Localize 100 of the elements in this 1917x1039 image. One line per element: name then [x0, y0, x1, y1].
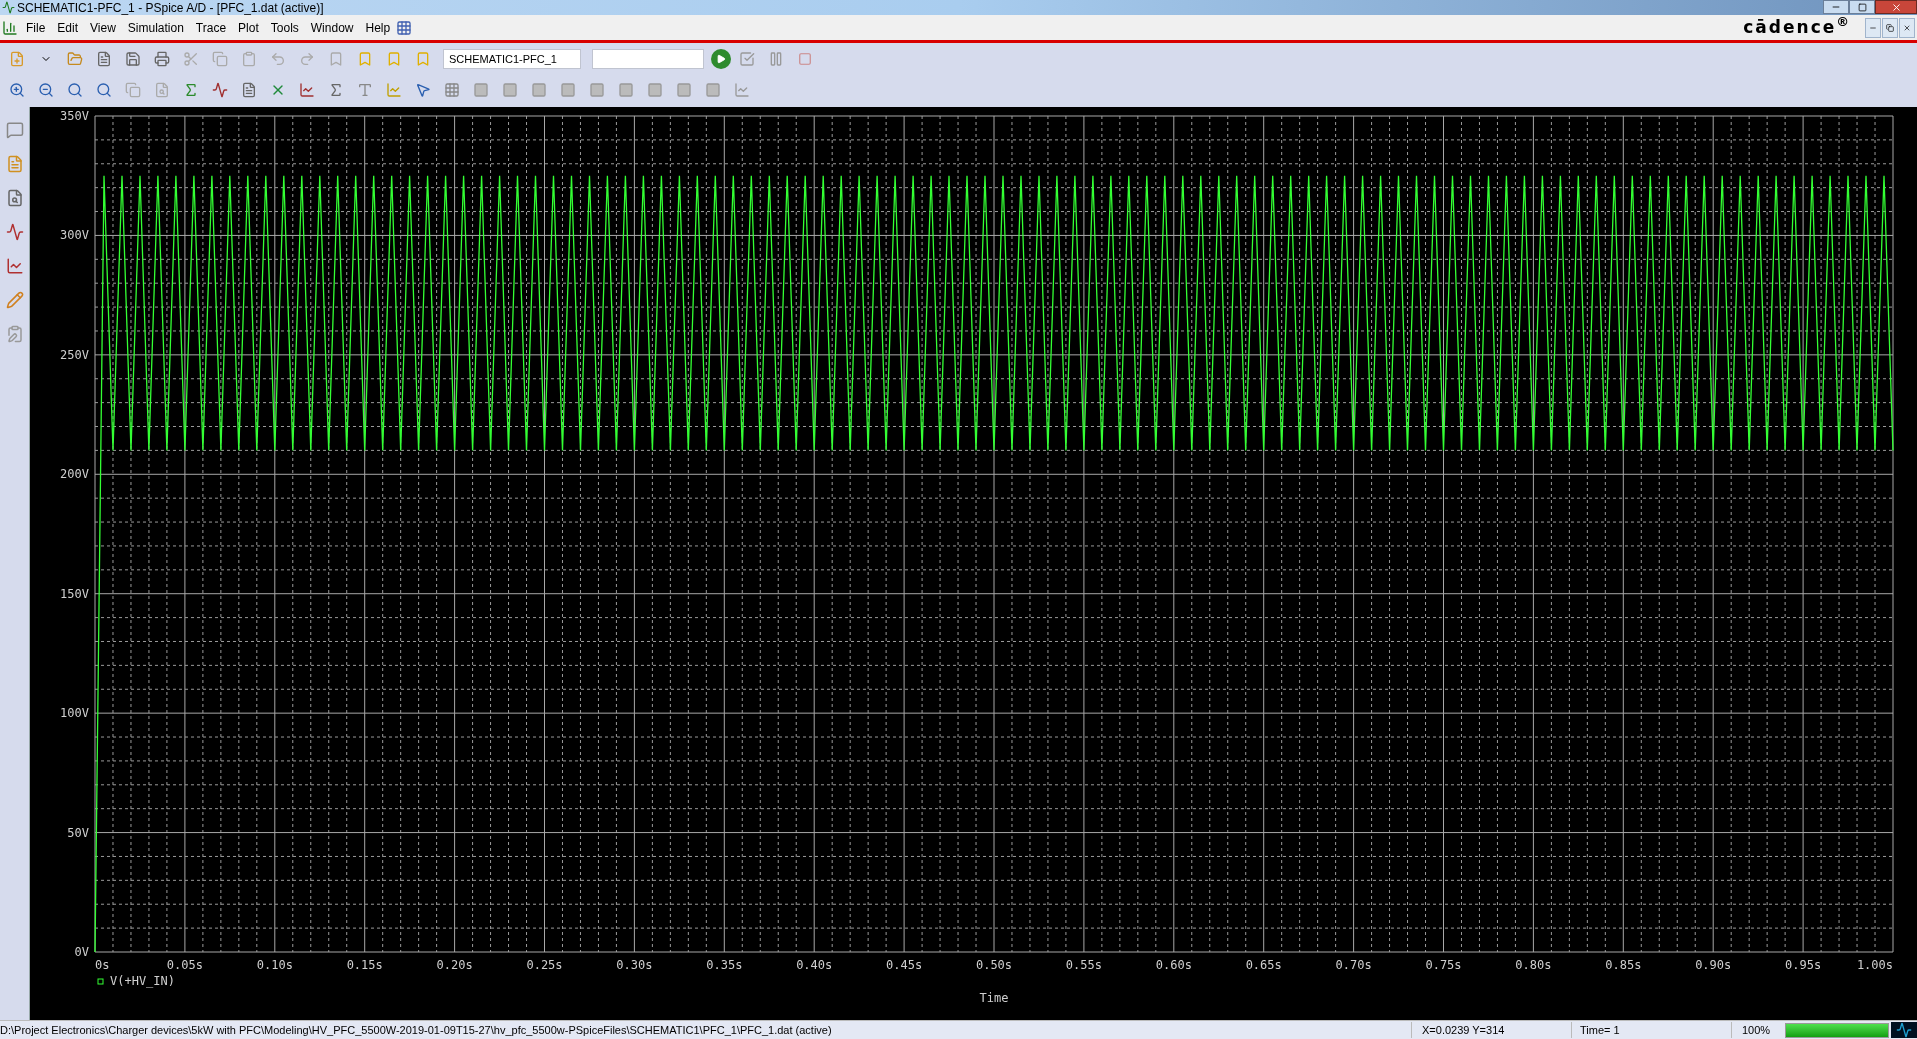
y-tick-label: 300V — [60, 228, 89, 243]
line-chart-icon[interactable] — [5, 257, 24, 275]
x-tick-label: 1.00s — [1856, 958, 1893, 972]
square-icon[interactable] — [647, 82, 663, 98]
line-chart-icon[interactable] — [299, 82, 315, 98]
square-icon[interactable] — [560, 82, 576, 98]
square-icon[interactable] — [618, 82, 634, 98]
new-file-icon[interactable] — [9, 51, 25, 67]
square-icon[interactable] — [705, 82, 721, 98]
x-tick-label: 0.30s — [616, 958, 653, 972]
x-tick-label: 0.25s — [526, 958, 563, 972]
x-tick-label: 0.85s — [1605, 958, 1642, 972]
save-icon[interactable] — [125, 51, 141, 67]
file-path: D:\Project Electronics\Charger devices\5kW with PFC\Modeling\HV_PFC_5500W-2019-01-09T15-27\hv_pfc_5500w-PSpiceFiles\SCHEMATIC1\PFC_1\PFC_1.dat (active) — [0, 1022, 832, 1038]
pointer-icon[interactable] — [415, 82, 431, 98]
bookmark-icon[interactable] — [357, 51, 373, 67]
menu-item[interactable]: Tools — [264, 18, 305, 37]
y-tick-label: 250V — [60, 347, 89, 362]
bookmark-icon[interactable] — [328, 51, 344, 67]
menu-item[interactable]: Trace — [189, 18, 233, 37]
run-button[interactable] — [711, 49, 731, 69]
sigma-icon[interactable] — [328, 82, 344, 98]
x-tick-label: 0.10s — [256, 958, 293, 972]
zoom-readout: 100% — [1731, 1021, 1783, 1039]
close-icon[interactable] — [1903, 23, 1911, 32]
menu-item[interactable]: File — [20, 18, 52, 37]
x-tick-label: 0.90s — [1695, 958, 1732, 972]
pulse-icon[interactable] — [212, 82, 228, 98]
sigma-icon[interactable] — [183, 82, 199, 98]
y-tick-label: 50V — [67, 825, 89, 840]
legend-label: V(+HV_IN) — [110, 974, 176, 988]
x-tick-label: 0.35s — [706, 958, 743, 972]
grid-icon[interactable] — [444, 82, 460, 98]
play-icon — [716, 54, 726, 64]
x-tick-label: 0.05s — [166, 958, 203, 972]
square-icon[interactable] — [502, 82, 518, 98]
y-tick-label: 150V — [60, 586, 89, 601]
clipboard-icon[interactable] — [5, 325, 24, 343]
window-cascade-icon[interactable] — [396, 19, 413, 36]
input-field[interactable] — [592, 49, 704, 69]
x-tick-label: 0.20s — [436, 958, 473, 972]
profile-field[interactable]: SCHEMATIC1-PFC_1 — [443, 49, 581, 69]
menu-item[interactable]: Simulation — [121, 18, 190, 37]
x-tick-label: 0.65s — [1245, 958, 1282, 972]
file-search-icon[interactable] — [5, 189, 24, 207]
clipboard-icon[interactable] — [241, 51, 257, 67]
maximize-icon[interactable] — [1857, 2, 1867, 12]
zoom-out-icon[interactable] — [38, 82, 54, 98]
bookmark-icon[interactable] — [386, 51, 402, 67]
x-tick-label: 0.95s — [1785, 958, 1822, 972]
x-tick-label: 0.55s — [1065, 958, 1102, 972]
window-title: SCHEMATIC1-PFC_1 - PSpice A/D - [PFC_1.dat (active)] — [17, 1, 324, 14]
y-tick-label: 100V — [60, 706, 89, 721]
menu-item[interactable]: View — [84, 18, 122, 37]
line-chart-icon[interactable] — [734, 82, 750, 98]
waveform-icon — [1891, 1022, 1917, 1038]
cursor-position: X=0.0239 Y=314 — [1411, 1021, 1571, 1039]
square-icon[interactable] — [589, 82, 605, 98]
scissors-icon[interactable] — [183, 51, 199, 67]
copy-icon[interactable] — [125, 82, 141, 98]
x-tick-label: 0s — [95, 958, 110, 972]
y-tick-label: 350V — [60, 109, 89, 123]
printer-icon[interactable] — [154, 51, 170, 67]
stop-icon[interactable] — [798, 52, 812, 66]
undo-icon[interactable] — [270, 51, 286, 67]
menu-item[interactable]: Window — [304, 18, 360, 37]
square-icon[interactable] — [676, 82, 692, 98]
menu-item[interactable]: Edit — [51, 18, 85, 37]
x-tick-label: 0.60s — [1155, 958, 1192, 972]
x-tick-label: 0.40s — [796, 958, 833, 972]
copy-icon[interactable] — [212, 51, 228, 67]
menu-item[interactable]: Plot — [232, 18, 265, 37]
square-icon[interactable] — [531, 82, 547, 98]
pulse-icon[interactable] — [5, 223, 24, 241]
menu-item[interactable]: Help — [359, 18, 397, 37]
y-tick-label: 0V — [74, 945, 89, 959]
x-tick-label: 0.75s — [1425, 958, 1462, 972]
speech-bubble-icon[interactable] — [5, 121, 24, 139]
redo-icon[interactable] — [299, 51, 315, 67]
x-tick-label: 0.15s — [346, 958, 383, 972]
folder-icon[interactable] — [67, 51, 83, 67]
x-tick-label: 0.50s — [975, 958, 1013, 972]
bookmark-icon[interactable] — [415, 51, 431, 67]
text-icon[interactable] — [357, 82, 373, 98]
search-icon[interactable] — [96, 82, 112, 98]
time-readout: Time= 1 — [1571, 1021, 1731, 1039]
x-tick-label: 0.70s — [1335, 958, 1372, 972]
legend-marker — [97, 978, 104, 985]
pause-icon[interactable] — [768, 51, 784, 67]
close-icon[interactable] — [1890, 1, 1902, 13]
x-tick-label: 0.45s — [886, 958, 923, 972]
pencil-icon[interactable] — [5, 291, 24, 309]
x-axis-label: Time — [979, 991, 1009, 1005]
square-icon[interactable] — [473, 82, 489, 98]
logo: cādence$^{®}$ — [1743, 14, 1851, 39]
zoom-in-icon[interactable] — [9, 82, 25, 98]
checkbox-icon[interactable] — [739, 51, 755, 67]
restore-icon[interactable] — [1886, 23, 1894, 32]
app-icon — [2, 1, 15, 14]
search-icon[interactable] — [67, 82, 83, 98]
